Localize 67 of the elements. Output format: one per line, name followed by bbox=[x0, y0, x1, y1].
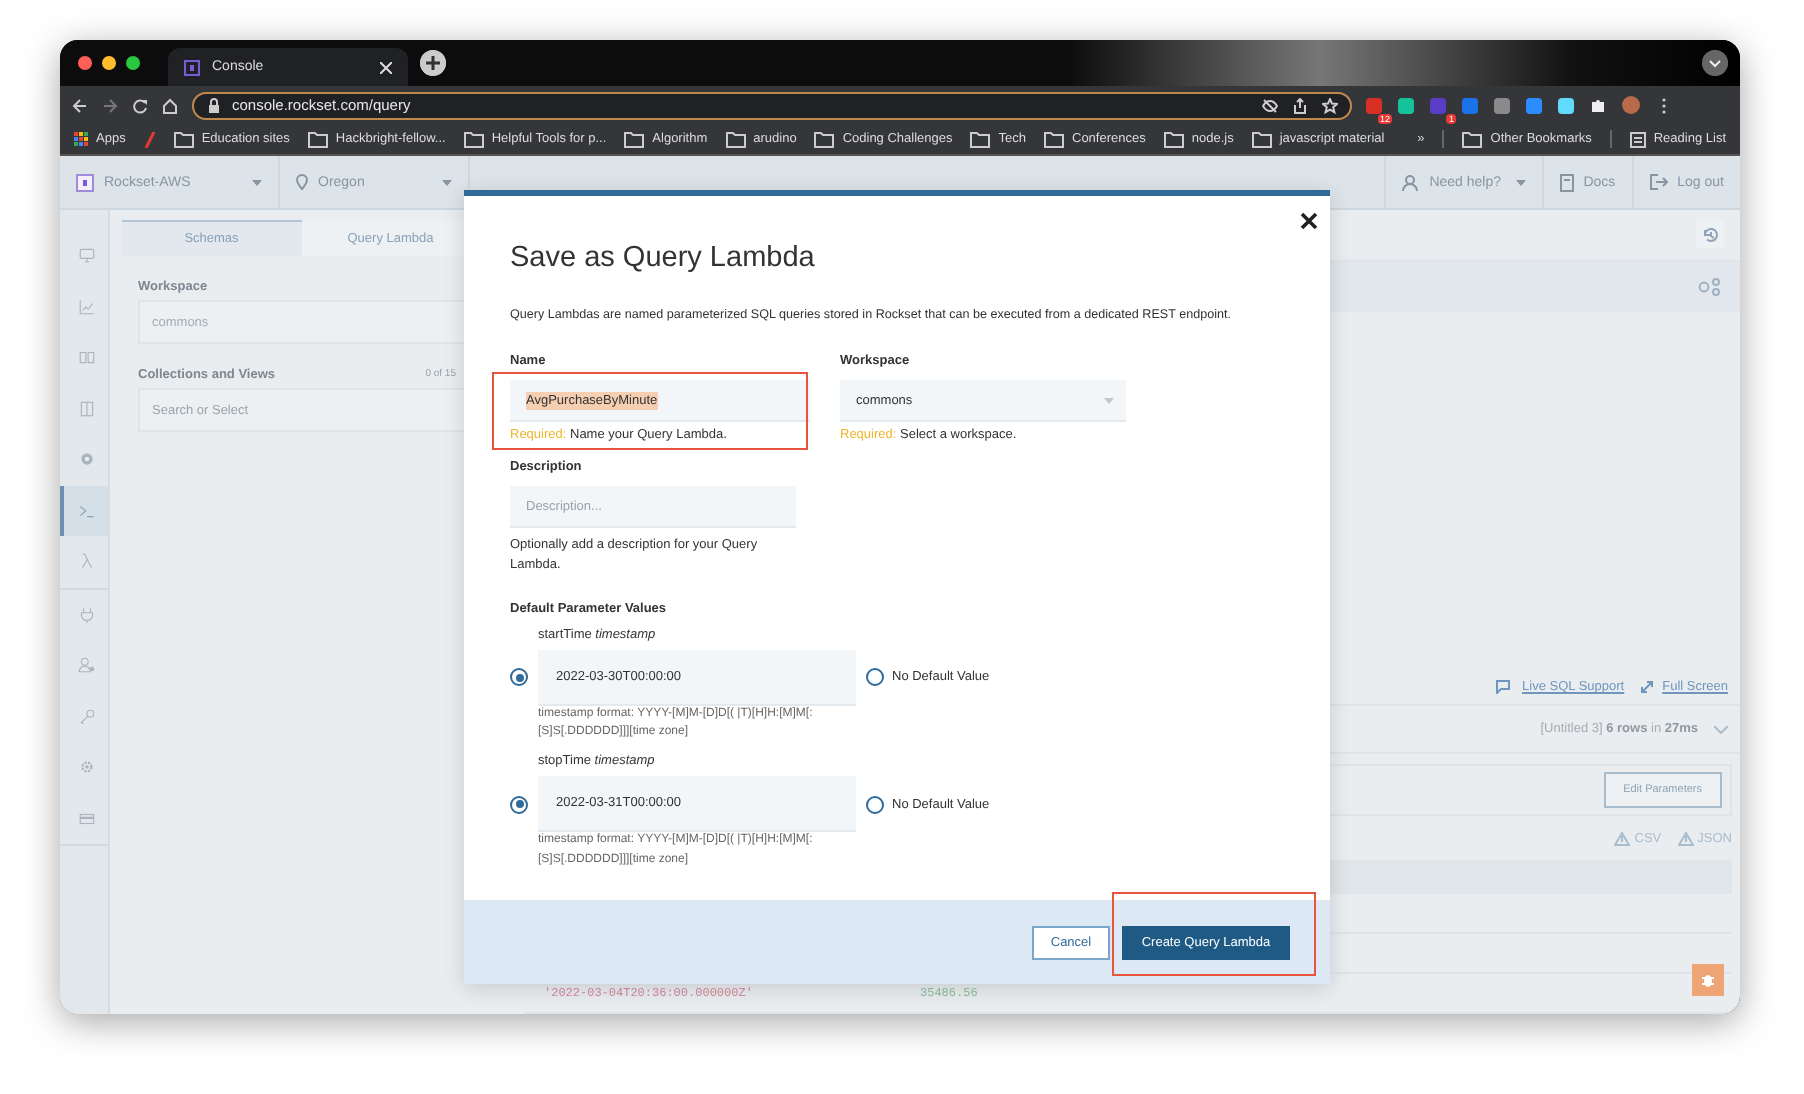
caret-icon bbox=[442, 179, 452, 185]
terminal-icon bbox=[77, 501, 95, 520]
folder-icon bbox=[1251, 131, 1272, 147]
back-icon[interactable] bbox=[72, 97, 88, 113]
value-radio[interactable] bbox=[510, 795, 528, 814]
lambda-icon bbox=[77, 552, 95, 571]
share-nodes-icon[interactable] bbox=[1698, 277, 1720, 296]
forward-icon[interactable] bbox=[102, 97, 118, 113]
extension-icon[interactable] bbox=[1526, 97, 1542, 113]
folder-icon bbox=[307, 131, 328, 147]
minimize-window-button[interactable] bbox=[102, 56, 116, 70]
nav-item[interactable] bbox=[60, 485, 108, 536]
close-window-button[interactable] bbox=[78, 56, 92, 70]
home-icon[interactable] bbox=[162, 97, 178, 113]
folder-icon bbox=[970, 131, 991, 147]
location-pin-icon bbox=[296, 174, 308, 190]
zoom-window-button[interactable] bbox=[126, 56, 140, 70]
history-icon bbox=[1701, 225, 1719, 244]
close-icon bbox=[1300, 212, 1318, 230]
key-icon bbox=[77, 707, 95, 726]
caret-icon bbox=[1104, 397, 1114, 403]
no-default-radio[interactable] bbox=[866, 668, 884, 687]
profile-avatar[interactable] bbox=[1622, 96, 1640, 114]
history-button[interactable] bbox=[1696, 220, 1724, 249]
chat-icon bbox=[1496, 680, 1515, 695]
value-radio[interactable] bbox=[510, 668, 528, 687]
extension-icon[interactable] bbox=[1558, 97, 1574, 113]
folder-icon bbox=[463, 131, 484, 147]
close-icon[interactable] bbox=[380, 61, 392, 73]
expand-icon bbox=[1640, 680, 1655, 695]
document-icon bbox=[1559, 173, 1574, 191]
user-help-icon bbox=[1401, 173, 1420, 191]
folder-icon bbox=[814, 131, 835, 147]
plug-icon bbox=[77, 605, 95, 624]
star-icon[interactable] bbox=[1322, 97, 1338, 113]
rockset-logo-icon bbox=[184, 59, 200, 75]
bug-icon bbox=[1700, 972, 1716, 988]
caret-icon bbox=[252, 179, 262, 185]
chevron-down-icon[interactable] bbox=[1702, 50, 1728, 76]
reload-icon[interactable] bbox=[132, 97, 148, 113]
folder-icon bbox=[1462, 131, 1483, 147]
share-icon[interactable] bbox=[1292, 97, 1308, 113]
pencil-icon[interactable] bbox=[143, 131, 156, 147]
extension-icon[interactable] bbox=[1494, 97, 1510, 113]
bug-report-button[interactable] bbox=[1692, 964, 1724, 996]
settings-icon bbox=[77, 758, 95, 777]
caret-icon bbox=[1515, 179, 1526, 185]
extension-icon[interactable] bbox=[1398, 97, 1414, 113]
user-settings-icon bbox=[77, 656, 95, 675]
dialog-title: Save as Query Lambda bbox=[510, 242, 817, 274]
logout-icon bbox=[1649, 174, 1668, 190]
rockset-logo-icon bbox=[76, 173, 94, 191]
folder-icon bbox=[1044, 131, 1064, 147]
eye-off-icon[interactable] bbox=[1262, 97, 1278, 113]
card-icon bbox=[77, 809, 95, 828]
reading-list-icon bbox=[1629, 131, 1646, 147]
new-tab-icon[interactable] bbox=[420, 50, 446, 76]
monitor-icon bbox=[77, 246, 95, 265]
folder-icon bbox=[624, 131, 645, 147]
no-default-radio[interactable] bbox=[866, 795, 884, 814]
columns-icon bbox=[77, 399, 95, 418]
lock-icon bbox=[206, 97, 222, 113]
folder-icon bbox=[1163, 131, 1184, 147]
folder-icon bbox=[173, 131, 194, 147]
folder-icon bbox=[725, 131, 746, 147]
chart-icon bbox=[77, 297, 95, 316]
apps-grid-icon bbox=[74, 132, 88, 146]
